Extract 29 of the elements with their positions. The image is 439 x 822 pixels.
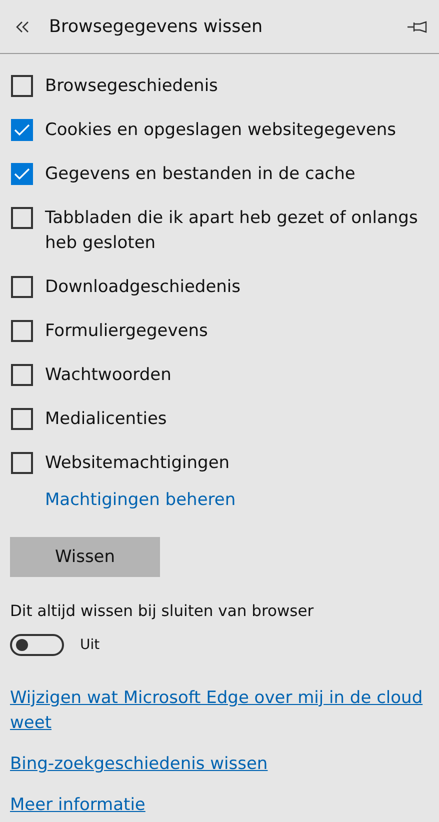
checkbox[interactable] — [11, 452, 33, 474]
checkbox[interactable] — [11, 276, 33, 298]
checkbox[interactable] — [11, 364, 33, 386]
toggle-switch[interactable] — [10, 634, 64, 656]
link[interactable]: Wijzigen wat Microsoft Edge over mij in de cloud weet — [10, 686, 429, 736]
collapse-icon[interactable] — [16, 20, 30, 32]
checkbox-label: Browsegeschiedenis — [45, 75, 218, 98]
checkbox-label: Downloadgeschiedenis — [45, 276, 241, 299]
checkbox[interactable] — [11, 408, 33, 430]
checkbox-label: Wachtwoorden — [45, 364, 172, 387]
checkbox[interactable] — [11, 207, 33, 229]
checkbox-label: Medialicenties — [45, 408, 167, 431]
auto-clear-label: Dit altijd wissen bij sluiten van browser — [10, 601, 315, 622]
checkbox-label: Tabbladen die ik apart heb gezet of onlangs heb gesloten — [45, 207, 419, 255]
pin-icon[interactable] — [407, 20, 427, 32]
manage-permissions-link[interactable]: Machtigingen beheren — [45, 488, 236, 512]
link[interactable]: Meer informatie — [10, 793, 146, 818]
checkbox-label: Cookies en opgeslagen websitegegevens — [45, 119, 396, 142]
checkbox[interactable] — [11, 75, 33, 97]
checkbox-label: Websitemachtigingen — [45, 452, 230, 475]
checkbox-label: Formuliergegevens — [45, 320, 208, 343]
checkbox[interactable] — [11, 119, 33, 141]
toggle-state: Uit — [80, 637, 100, 653]
link[interactable]: Bing-zoekgeschiedenis wissen — [10, 752, 268, 777]
panel-title: Browsegegevens wissen — [49, 16, 264, 36]
checkbox[interactable] — [11, 320, 33, 342]
checkbox-label: Gegevens en bestanden in de cache — [45, 163, 356, 186]
checkbox[interactable] — [11, 163, 33, 185]
clear-button[interactable]: Wissen — [10, 537, 160, 577]
